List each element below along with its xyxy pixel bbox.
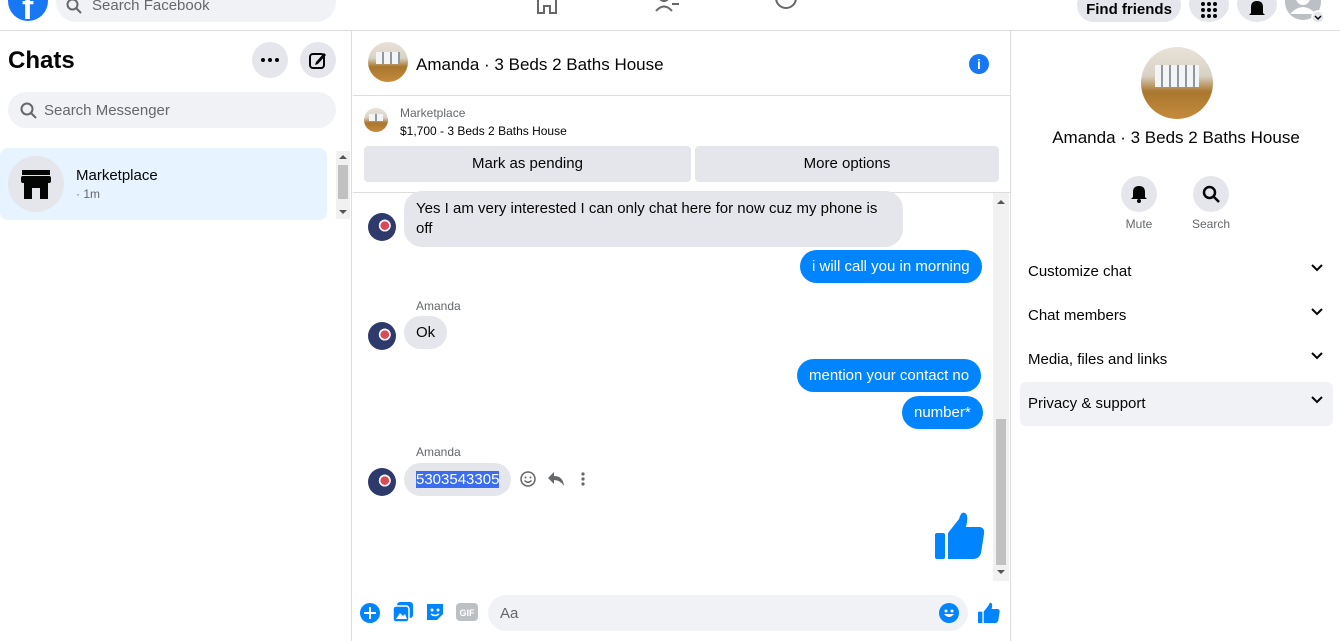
messenger-search-placeholder: Search Messenger: [44, 102, 170, 119]
chats-title: Chats: [8, 47, 75, 74]
notifications-button[interactable]: [1237, 0, 1277, 22]
new-message-button[interactable]: [300, 42, 336, 78]
info-icon[interactable]: i: [969, 54, 989, 74]
privacy-support-row[interactable]: Privacy & support: [1020, 382, 1333, 426]
sender-avatar[interactable]: [368, 468, 396, 496]
find-friends-label: Find friends: [1086, 1, 1172, 18]
search-icon: [20, 102, 37, 119]
scroll-down-arrow-icon[interactable]: [997, 569, 1005, 575]
facebook-search-placeholder: Search Facebook: [92, 0, 210, 14]
incoming-message[interactable]: Ok: [404, 316, 448, 349]
sender-avatar[interactable]: [368, 322, 396, 350]
conversation-title[interactable]: Amanda · 3 Beds 2 Baths House: [416, 55, 664, 75]
chevron-down-icon: [1311, 308, 1323, 316]
compose-icon: [309, 53, 326, 69]
messenger-search-input[interactable]: Search Messenger: [8, 92, 336, 128]
groups-icon[interactable]: [774, 0, 798, 14]
sender-name: Amanda: [416, 445, 461, 459]
menu-button[interactable]: [1189, 0, 1229, 22]
sender-name: Amanda: [416, 299, 461, 313]
listing-avatar[interactable]: [368, 42, 408, 82]
scroll-down-arrow-icon[interactable]: [339, 209, 347, 215]
chats-sidebar: Chats Search Messenger Marketplace · 1m: [0, 31, 352, 641]
react-emoji-icon[interactable]: [520, 471, 536, 487]
mute-button[interactable]: [1121, 176, 1157, 212]
chat-time: · 1m: [76, 187, 100, 201]
message-input[interactable]: Aa: [488, 595, 968, 631]
search-icon: [1202, 185, 1220, 203]
details-name: Amanda · 3 Beds 2 Baths House: [1052, 128, 1300, 147]
sidebar-scrollbar[interactable]: [336, 151, 350, 219]
conversation-scrollbar[interactable]: [993, 193, 1009, 581]
top-bar: f Search Facebook Find friends: [0, 0, 1340, 31]
conversation-header: Amanda · 3 Beds 2 Baths House i: [353, 31, 1011, 96]
emoji-icon[interactable]: [939, 603, 959, 623]
conversation-scroll-thumb[interactable]: [996, 419, 1006, 565]
profile-avatar-icon: [1285, 0, 1325, 24]
row-label: Customize chat: [1028, 263, 1132, 280]
home-icon[interactable]: [535, 0, 559, 14]
facebook-search-input[interactable]: Search Facebook: [56, 0, 336, 22]
marketplace-shop-icon: [21, 170, 51, 199]
sender-avatar[interactable]: [368, 213, 396, 241]
svg-text:GIF: GIF: [460, 608, 476, 618]
message-list: Yes I am very interested I can only chat…: [353, 191, 993, 581]
bell-icon: [1249, 1, 1265, 15]
outgoing-message[interactable]: number*: [902, 396, 983, 429]
thumbs-up-sent-icon[interactable]: [935, 511, 985, 561]
incoming-message[interactable]: Yes I am very interested I can only chat…: [404, 191, 903, 247]
chevron-down-icon: [1311, 352, 1323, 360]
search-icon: [66, 0, 82, 14]
conversation-panel: Amanda · 3 Beds 2 Baths House i Marketpl…: [353, 31, 1011, 641]
thumbs-up-icon[interactable]: [978, 602, 1000, 624]
account-avatar[interactable]: [1285, 0, 1325, 24]
search-conversation-button[interactable]: [1193, 176, 1229, 212]
chat-options-button[interactable]: [252, 42, 288, 78]
details-avatar[interactable]: [1141, 47, 1213, 119]
chevron-down-icon: [1311, 396, 1323, 404]
conversation-details-panel: Amanda · 3 Beds 2 Baths House Mute Searc…: [1012, 31, 1340, 641]
bell-icon: [1131, 186, 1147, 203]
outgoing-message[interactable]: i will call you in morning: [800, 250, 982, 283]
sidebar-scroll-thumb[interactable]: [338, 165, 348, 199]
grid-menu-icon: [1201, 2, 1217, 18]
message-composer: GIF Aa: [353, 593, 1011, 633]
sticker-icon[interactable]: [425, 602, 445, 622]
mark-pending-button[interactable]: Mark as pending: [364, 146, 691, 182]
chevron-down-icon: [1311, 264, 1323, 272]
find-friends-button[interactable]: Find friends: [1077, 0, 1181, 22]
reply-icon[interactable]: [548, 472, 564, 486]
more-actions-icon[interactable]: [581, 472, 585, 486]
incoming-message[interactable]: 5303543305: [404, 463, 512, 496]
message-input-placeholder: Aa: [500, 605, 519, 622]
listing-thumbnail[interactable]: [364, 108, 388, 132]
media-files-links-row[interactable]: Media, files and links: [1020, 338, 1333, 382]
marketplace-avatar: [8, 156, 64, 212]
listing-price[interactable]: $1,700 - 3 Beds 2 Baths House: [400, 124, 567, 138]
row-label: Privacy & support: [1028, 395, 1146, 412]
listing-label: Marketplace: [400, 106, 466, 120]
row-label: Chat members: [1028, 307, 1127, 324]
search-label: Search: [1191, 217, 1231, 231]
facebook-logo-icon[interactable]: f: [8, 0, 48, 27]
gif-icon[interactable]: GIF: [456, 603, 478, 621]
outgoing-message[interactable]: mention your contact no: [797, 359, 982, 392]
friends-icon[interactable]: [654, 0, 680, 14]
chat-list-item[interactable]: Marketplace · 1m: [0, 148, 327, 220]
mute-label: Mute: [1125, 217, 1153, 231]
selected-phone-number[interactable]: 5303543305: [416, 471, 500, 488]
scroll-up-arrow-icon[interactable]: [997, 199, 1005, 205]
scroll-up-arrow-icon[interactable]: [339, 154, 347, 160]
customize-chat-row[interactable]: Customize chat: [1020, 250, 1333, 294]
more-options-button[interactable]: More options: [695, 146, 999, 182]
row-label: Media, files and links: [1028, 351, 1168, 368]
chat-name: Marketplace: [76, 167, 158, 184]
more-dots-icon: [261, 58, 279, 62]
photo-icon[interactable]: [393, 602, 413, 622]
plus-circle-icon[interactable]: [360, 603, 380, 623]
chat-members-row[interactable]: Chat members: [1020, 294, 1333, 338]
marketplace-listing-bar: Marketplace $1,700 - 3 Beds 2 Baths Hous…: [353, 96, 1011, 193]
